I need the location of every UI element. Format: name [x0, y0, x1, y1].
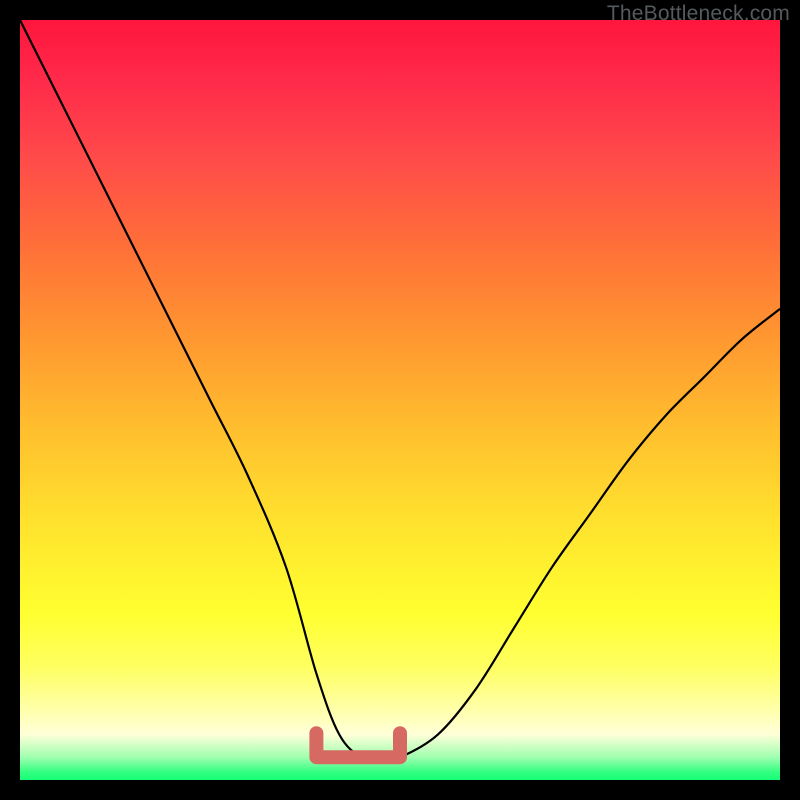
- chart-frame: TheBottleneck.com: [0, 0, 800, 800]
- plot-area: [20, 20, 780, 780]
- bottleneck-curve: [20, 20, 780, 780]
- curve-line: [20, 20, 780, 759]
- watermark-label: TheBottleneck.com: [607, 2, 790, 26]
- optimal-range-highlight: [316, 733, 400, 757]
